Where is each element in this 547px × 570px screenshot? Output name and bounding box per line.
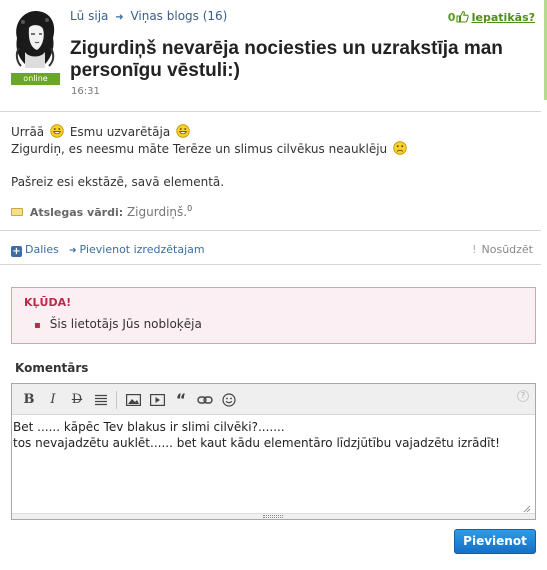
grin-smiley-icon (176, 124, 190, 138)
body-line: Zigurdiņ, es neesmu māte Terēze un slimu… (11, 141, 531, 158)
post-title: Zigurdiņš nevarēja nociesties un uzrakst… (70, 38, 503, 81)
align-justify-button[interactable] (92, 391, 110, 409)
body-line: Pašreiz esi ekstāzē, savā elementā. (11, 175, 225, 189)
resize-dots-icon (263, 515, 283, 518)
thumbs-up-icon[interactable] (456, 10, 470, 26)
strikethrough-button[interactable]: D (68, 391, 86, 409)
keyword-link[interactable]: Zigurdiņš. (127, 205, 187, 219)
report-button[interactable]: ! Nosūdzēt (472, 243, 533, 256)
divider (0, 264, 541, 265)
exclamation-icon: ! (472, 243, 477, 256)
error-message: ▪ Šis lietotājs Jūs nobloķēja (34, 317, 202, 331)
add-to-favorites-label: Pievienot izredzētajam (79, 243, 205, 256)
online-status-badge: online (11, 73, 60, 85)
author-link[interactable]: Lū sija (70, 9, 108, 23)
post-time: 16:31 (71, 86, 100, 97)
comment-editor: B I D “ ? Bet ...... kāpēc Tev blakus ir… (11, 383, 536, 520)
blog-link[interactable]: Viņas blogs (16) (130, 9, 227, 23)
post-meta: Lū sija ➜ Viņas blogs (16) (70, 9, 227, 23)
plus-icon: + (11, 246, 22, 257)
smiley-icon[interactable] (220, 391, 238, 409)
link-icon[interactable] (196, 391, 214, 409)
bold-button[interactable]: B (20, 391, 38, 409)
tag-icon (11, 208, 23, 216)
grin-smiley-icon (50, 124, 64, 138)
error-box: KĻŪDA! ▪ Šis lietotājs Jūs nobloķēja (11, 287, 536, 344)
share-button[interactable]: + Dalies (11, 243, 59, 257)
keywords-row: Atslegas vārdi: Zigurdiņš.0 (11, 204, 192, 219)
arrow-right-icon: ➜ (115, 12, 124, 23)
bullet-icon: ▪ (34, 320, 41, 331)
error-message-text: Šis lietotājs Jūs nobloķēja (49, 317, 202, 331)
image-icon[interactable] (124, 391, 142, 409)
arrow-right-icon: ➜ (69, 246, 77, 256)
editor-toolbar: B I D “ ? (12, 384, 535, 415)
like-widget[interactable]: 0 Iepatikās? (448, 10, 535, 26)
avatar[interactable] (11, 8, 59, 70)
share-label: Dalies (25, 243, 59, 256)
report-label: Nosūdzēt (481, 243, 534, 256)
add-to-favorites-button[interactable]: ➜ Pievienot izredzētajam (69, 243, 205, 256)
resize-grip-icon[interactable] (523, 502, 531, 513)
body-line: Urrāā Esmu uzvarētāja (11, 124, 531, 141)
toolbar-separator (116, 391, 117, 409)
body-text-segment: Esmu uzvarētāja (69, 125, 171, 139)
body-text-segment: Urrāā (11, 125, 45, 139)
quote-icon[interactable]: “ (172, 391, 190, 409)
divider (0, 230, 541, 231)
submit-comment-button[interactable]: Pievienot (454, 529, 536, 554)
error-title: KĻŪDA! (24, 296, 72, 309)
sad-smiley-icon (393, 141, 407, 155)
editor-resize-handle[interactable] (12, 513, 535, 519)
like-link[interactable]: Iepatikās? (471, 11, 535, 24)
help-icon[interactable]: ? (517, 390, 529, 402)
keyword-count: 0 (187, 204, 193, 213)
video-icon[interactable] (148, 391, 166, 409)
keywords-label: Atslegas vārdi: (29, 206, 124, 219)
italic-button[interactable]: I (44, 391, 62, 409)
comment-label: Komentārs (15, 361, 89, 375)
like-count: 0 (447, 11, 456, 24)
body-text-segment: Zigurdiņ, es neesmu māte Terēze un slimu… (11, 142, 388, 156)
post-body: Urrāā Esmu uzvarētāja Zigurdiņ, es neesm… (11, 124, 531, 191)
comment-textarea[interactable]: Bet ...... kāpēc Tev blakus ir slimi cil… (12, 416, 535, 510)
divider (0, 111, 541, 112)
